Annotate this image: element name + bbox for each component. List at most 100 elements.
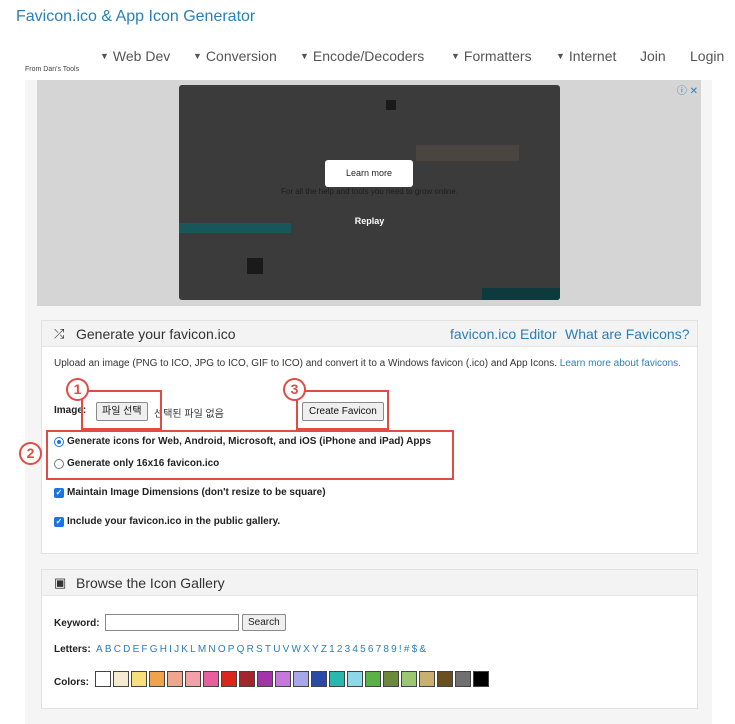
caret-down-icon: ▼ [556,51,565,61]
option-label: Include your favicon.ico in the public g… [67,516,281,527]
letter-link[interactable]: Y [312,644,319,655]
search-button[interactable]: Search [242,614,286,631]
letter-link[interactable]: # [404,644,410,655]
letter-link[interactable]: 3 [345,644,351,655]
color-swatch[interactable] [275,671,291,687]
color-swatch[interactable] [329,671,345,687]
letter-link[interactable]: & [419,644,426,655]
color-swatch[interactable] [437,671,453,687]
color-swatch[interactable] [311,671,327,687]
site-title[interactable]: Favicon.ico & App Icon Generator [16,8,255,26]
color-swatch[interactable] [419,671,435,687]
color-swatch[interactable] [455,671,471,687]
nav-conversion[interactable]: ▼ Conversion [193,48,277,64]
letter-link[interactable]: N [208,644,215,655]
letter-link[interactable]: 4 [352,644,358,655]
nav-internet[interactable]: ▼ Internet [556,48,616,64]
panel-header: ▣ Browse the Icon Gallery [42,570,697,596]
color-swatch[interactable] [293,671,309,687]
letter-link[interactable]: E [133,644,140,655]
letter-link[interactable]: 5 [360,644,366,655]
panel-header: ⤮ Generate your favicon.ico favicon.ico … [42,321,697,347]
learn-more-link[interactable]: Learn more about favicons. [560,358,681,369]
option-maintain-dimensions[interactable]: ✓ Maintain Image Dimensions (don't resize… [54,487,326,498]
nav-web-dev[interactable]: ▼ Web Dev [100,48,170,64]
letter-link[interactable]: 2 [337,644,343,655]
colors-label: Colors: [54,677,89,688]
letter-link[interactable]: 9 [391,644,397,655]
ad-banner[interactable]: ⓘ ✕ Learn more For all the help and tool… [37,80,701,306]
option-public-gallery[interactable]: ✓ Include your favicon.ico in the public … [54,516,280,527]
letter-link[interactable]: B [105,644,112,655]
ad-learn-more-button[interactable]: Learn more [325,160,413,187]
letter-link[interactable]: 6 [368,644,374,655]
letters-list: A B C D E F G H I J K L M N O P Q R S T U V W X Y Z 1 2 3 4 5 6 7 8 9! # $ & [96,644,428,655]
letter-link[interactable]: M [198,644,206,655]
file-status: 선택된 파일 없음 [154,409,224,420]
color-swatch[interactable] [473,671,489,687]
color-swatch[interactable] [113,671,129,687]
letter-link[interactable]: O [218,644,226,655]
letter-link[interactable]: L [190,644,196,655]
ad-shape [416,145,519,161]
keyword-input[interactable] [105,614,239,631]
color-swatch[interactable] [149,671,165,687]
what-are-favicons-link[interactable]: What are Favicons? [565,326,690,342]
color-swatch[interactable] [347,671,363,687]
letter-link[interactable]: D [123,644,130,655]
letter-link[interactable]: 7 [376,644,382,655]
checkbox-checked-icon[interactable]: ✓ [54,487,64,498]
letter-link[interactable]: Z [321,644,327,655]
color-swatch[interactable] [239,671,255,687]
letter-link[interactable]: S [256,644,263,655]
color-swatch[interactable] [167,671,183,687]
nav-label: Formatters [463,48,532,64]
caret-down-icon: ▼ [451,51,460,61]
ad-replay-button[interactable]: Replay [179,216,560,226]
ad-info-icon[interactable]: ⓘ ✕ [677,82,698,97]
nav-encode-decoders[interactable]: ▼ Encode/Decoders [300,48,424,64]
letter-link[interactable]: R [247,644,254,655]
letter-link[interactable]: W [291,644,300,655]
letter-link[interactable]: T [265,644,271,655]
checkbox-checked-icon[interactable]: ✓ [54,516,64,527]
nav-join[interactable]: Join [640,48,666,64]
nav-login[interactable]: Login [690,48,724,64]
letter-link[interactable]: $ [412,644,418,655]
color-swatch[interactable] [401,671,417,687]
annotation-badge: 1 [66,378,89,401]
image-icon: ▣ [54,575,67,590]
color-swatch[interactable] [203,671,219,687]
letter-link[interactable]: J [174,644,179,655]
color-swatch[interactable] [95,671,111,687]
highlight-box-file [81,390,162,430]
letter-link[interactable]: A [96,644,103,655]
letter-link[interactable]: 8 [383,644,389,655]
letter-link[interactable]: Q [237,644,245,655]
letter-link[interactable]: K [181,644,188,655]
letter-link[interactable]: I [169,644,172,655]
favicon-editor-link[interactable]: favicon.ico Editor [450,326,557,342]
letter-link[interactable]: F [141,644,147,655]
letter-link[interactable]: X [303,644,310,655]
letter-link[interactable]: G [150,644,158,655]
description-text: Upload an image (PNG to ICO, JPG to ICO,… [54,358,557,369]
color-swatch[interactable] [185,671,201,687]
letter-link[interactable]: U [273,644,280,655]
keyword-label: Keyword: [54,618,100,629]
color-swatch[interactable] [221,671,237,687]
color-swatch[interactable] [257,671,273,687]
color-swatch[interactable] [383,671,399,687]
letter-link[interactable]: V [283,644,290,655]
nav-formatters[interactable]: ▼ Formatters [451,48,532,64]
letter-link[interactable]: H [160,644,167,655]
ad-video[interactable]: Learn more For all the help and tools yo… [179,85,560,300]
color-swatches [95,671,491,687]
letter-link[interactable]: 1 [329,644,335,655]
letter-link[interactable]: P [228,644,235,655]
letter-link[interactable]: ! [399,644,402,655]
color-swatch[interactable] [131,671,147,687]
ad-shape [386,100,396,110]
letter-link[interactable]: C [114,644,121,655]
color-swatch[interactable] [365,671,381,687]
